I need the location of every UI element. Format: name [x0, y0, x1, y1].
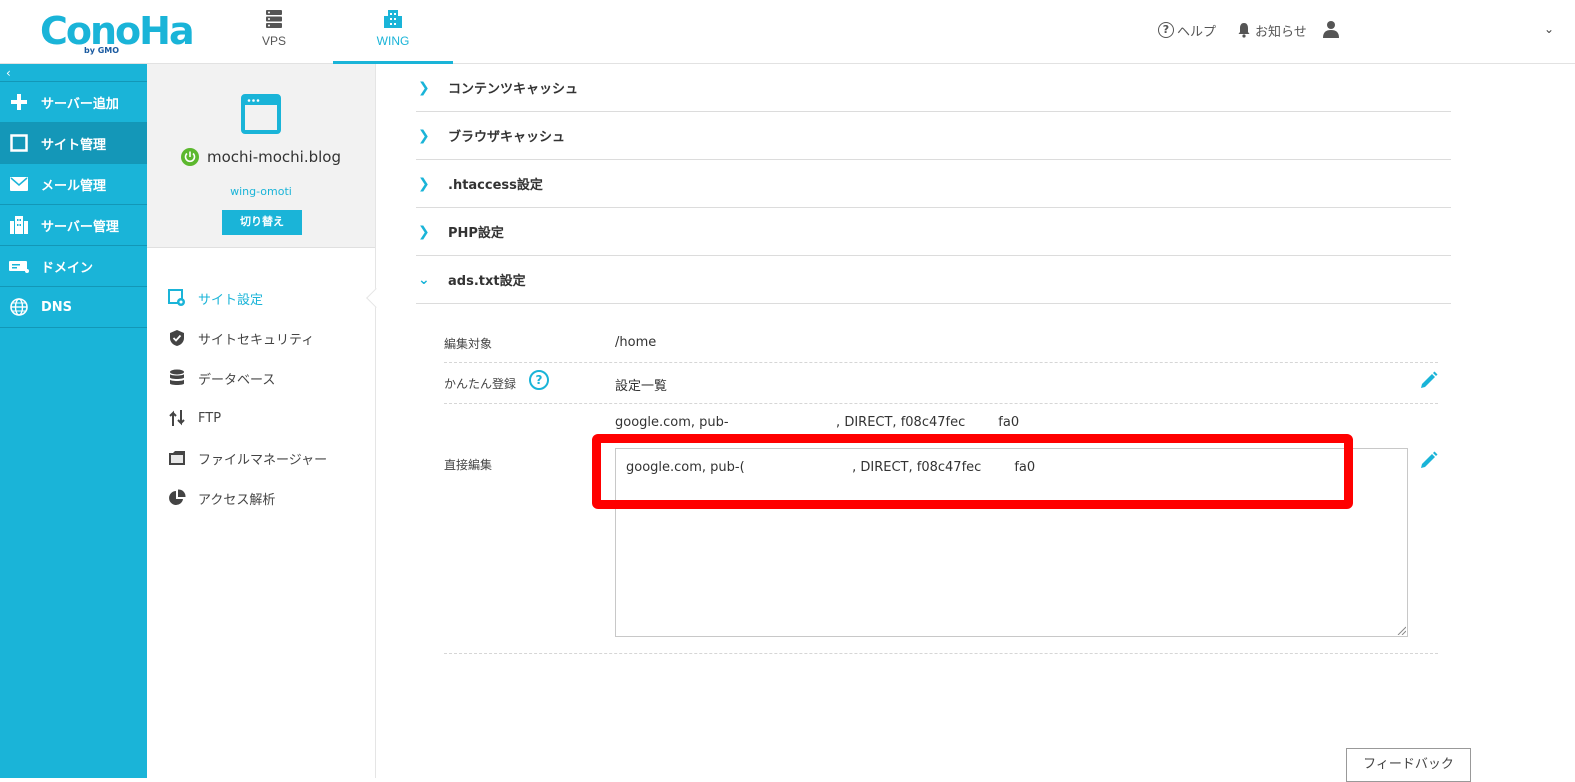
feedback-button[interactable]: フィードバック	[1346, 748, 1471, 782]
accordion-label: コンテンツキャッシュ	[448, 82, 579, 97]
building-icon	[384, 10, 402, 28]
shield-icon	[167, 328, 187, 348]
notice-link[interactable]: お知らせ	[1236, 20, 1307, 40]
sidebar-collapse-button[interactable]: ‹	[0, 64, 147, 82]
chevron-right-icon: ❯	[418, 223, 430, 240]
settings-list-label: 設定一覧	[615, 379, 668, 394]
accordion-php[interactable]: ❯ PHP設定	[416, 208, 1451, 256]
domain-icon	[9, 256, 29, 276]
ads-entry-line: google.com, pub- , DIRECT, f08c47fec fa0	[615, 415, 1020, 430]
tab-wing[interactable]: WING	[333, 0, 453, 64]
site-settings-icon	[167, 288, 187, 308]
menu-item-label: データベース	[198, 372, 276, 388]
menu-item-label: アクセス解析	[198, 492, 276, 508]
site-summary: mochi-mochi.blog wing-omoti 切り替え	[147, 64, 375, 248]
globe-icon	[9, 297, 29, 317]
accordion-label: ブラウザキャッシュ	[448, 130, 566, 145]
chevron-down-icon: ⌄	[418, 271, 430, 288]
conoha-logo[interactable]: ConoHa by GMO	[40, 10, 195, 55]
menu-item-label: サイトセキュリティ	[198, 332, 315, 348]
help-icon[interactable]: ?	[529, 370, 549, 390]
building-icon	[9, 215, 29, 235]
sidebar-item-site-management[interactable]: サイト管理	[0, 123, 147, 164]
notice-label: お知らせ	[1255, 24, 1307, 40]
question-circle-icon: ?	[1158, 22, 1174, 38]
plus-icon	[9, 92, 29, 112]
chevron-right-icon: ❯	[418, 175, 430, 192]
user-icon[interactable]	[1322, 20, 1340, 38]
menu-item-site-settings[interactable]: サイト設定	[167, 287, 263, 309]
mail-icon	[9, 174, 29, 194]
easy-register-label: かんたん登録	[444, 377, 517, 391]
site-name-row: mochi-mochi.blog	[147, 148, 375, 166]
active-menu-pointer	[366, 288, 386, 308]
server-icon	[266, 10, 282, 28]
sidebar-item-label: サーバー追加	[41, 96, 119, 112]
divider	[444, 362, 1438, 363]
chevron-right-icon: ❯	[418, 79, 430, 96]
sidebar-item-mail-management[interactable]: メール管理	[0, 164, 147, 205]
site-panel: mochi-mochi.blog wing-omoti 切り替え サイト設定 サ…	[147, 64, 386, 778]
top-header: ConoHa by GMO VPS WING ? ヘルプ お知らせ ⌄	[0, 0, 1575, 64]
menu-item-site-security[interactable]: サイトセキュリティ	[167, 327, 314, 349]
accordion-browser-cache[interactable]: ❯ ブラウザキャッシュ	[416, 112, 1451, 160]
site-account[interactable]: wing-omoti	[147, 185, 375, 198]
accordion-htaccess[interactable]: ❯ .htaccess設定	[416, 160, 1451, 208]
main-sidebar: ‹ サーバー追加 サイト管理 メール管理 サーバー管理 ドメイン DNS	[0, 64, 147, 778]
database-icon	[167, 368, 187, 388]
divider	[444, 403, 1438, 404]
transfer-icon	[167, 408, 187, 428]
switch-button[interactable]: 切り替え	[222, 210, 302, 235]
sidebar-item-label: サイト管理	[41, 137, 107, 153]
target-value: /home	[615, 335, 657, 350]
site-window-icon	[241, 94, 281, 134]
menu-item-ftp[interactable]: FTP	[167, 407, 221, 429]
account-dropdown-caret[interactable]: ⌄	[1544, 22, 1554, 36]
logo-sub: by GMO	[84, 46, 120, 55]
sidebar-item-domain[interactable]: ドメイン	[0, 246, 147, 287]
menu-item-file-manager[interactable]: ファイルマネージャー	[167, 447, 327, 469]
direct-edit-label: 直接編集	[444, 458, 493, 472]
sidebar-item-label: ドメイン	[41, 260, 94, 276]
chevron-right-icon: ❯	[418, 127, 430, 144]
menu-item-access-analytics[interactable]: アクセス解析	[167, 487, 275, 509]
sidebar-item-label: サーバー管理	[41, 219, 119, 235]
red-highlight-annotation	[592, 434, 1353, 509]
edit-pencil-icon[interactable]	[1419, 450, 1439, 470]
help-label: ヘルプ	[1177, 24, 1217, 40]
accordion-content-cache[interactable]: ❯ コンテンツキャッシュ	[416, 64, 1451, 112]
tab-vps-label: VPS	[261, 34, 286, 48]
divider	[444, 653, 1438, 654]
power-icon	[181, 148, 199, 166]
menu-item-database[interactable]: データベース	[167, 367, 275, 389]
accordion-ads-txt[interactable]: ⌄ ads.txt設定	[416, 256, 1451, 304]
edit-pencil-icon[interactable]	[1419, 370, 1439, 390]
accordion-label: ads.txt設定	[448, 274, 526, 289]
window-icon	[9, 133, 29, 153]
accordion-label: .htaccess設定	[448, 178, 543, 193]
pie-chart-icon	[167, 488, 187, 508]
resize-grip-icon[interactable]	[1396, 625, 1406, 635]
target-label: 編集対象	[444, 337, 493, 351]
site-name: mochi-mochi.blog	[207, 148, 341, 166]
tab-vps[interactable]: VPS	[214, 0, 334, 64]
sidebar-item-label: DNS	[41, 299, 73, 315]
help-link[interactable]: ? ヘルプ	[1158, 20, 1216, 40]
sidebar-item-server-add[interactable]: サーバー追加	[0, 82, 147, 123]
sidebar-item-label: メール管理	[41, 178, 107, 194]
sidebar-item-dns[interactable]: DNS	[0, 287, 147, 328]
accordion-label: PHP設定	[448, 226, 504, 241]
bell-icon	[1238, 23, 1250, 38]
sidebar-item-server-management[interactable]: サーバー管理	[0, 205, 147, 246]
menu-item-label: FTP	[198, 410, 222, 426]
menu-item-label: サイト設定	[198, 292, 264, 308]
menu-item-label: ファイルマネージャー	[198, 452, 328, 468]
folder-icon	[167, 448, 187, 468]
tab-wing-label: WING	[376, 34, 410, 48]
